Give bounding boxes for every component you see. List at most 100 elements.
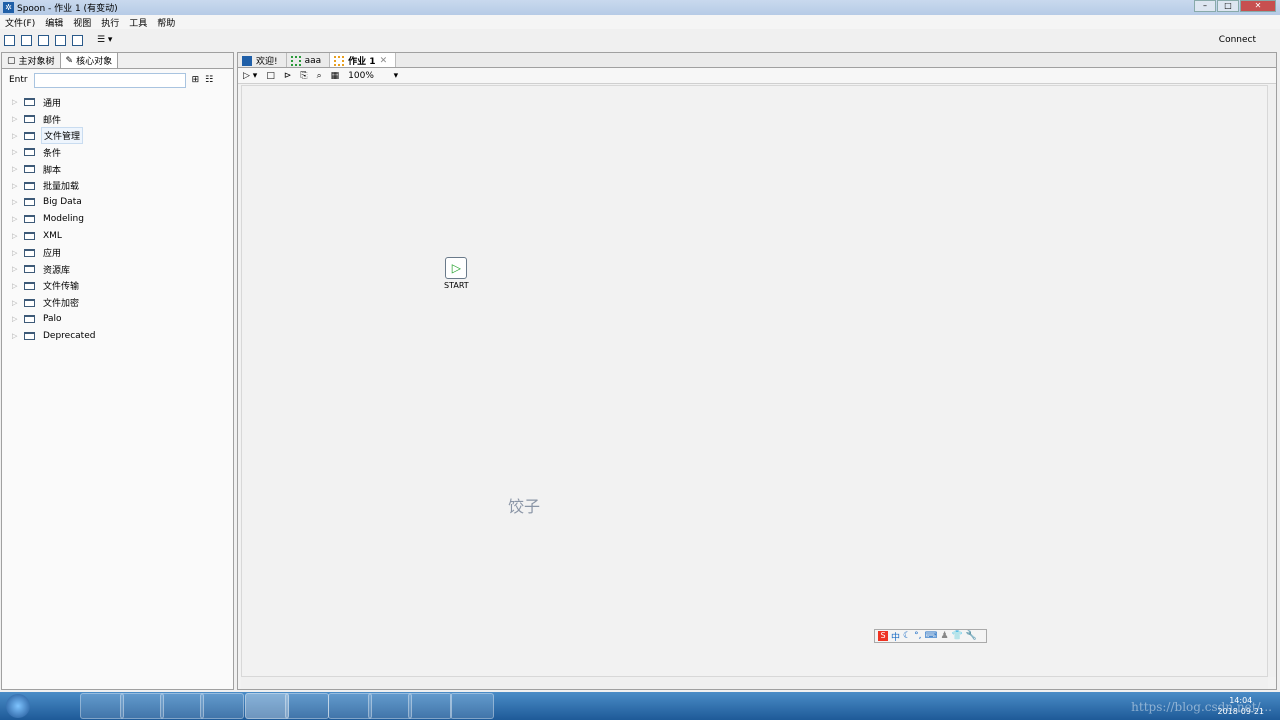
expand-arrow-icon[interactable]: ▷ — [12, 182, 18, 190]
explore-repository-icon[interactable] — [38, 34, 49, 46]
expand-arrow-icon[interactable]: ▷ — [12, 215, 18, 223]
tree-node[interactable]: ▷ 邮件 — [2, 111, 233, 128]
keyboard-icon[interactable]: ⌨ — [924, 631, 937, 641]
folder-icon — [24, 198, 35, 207]
taskbar-app-icon[interactable] — [328, 693, 372, 719]
tree-node[interactable]: ▷ 应用 — [2, 244, 233, 261]
spoon-app-icon: ✲ — [3, 2, 14, 13]
taskbar: https://blog.csdn.net/... 14:04 2018-09-… — [0, 692, 1280, 720]
run-options-icon[interactable]: ⊳ — [284, 71, 292, 81]
expand-arrow-icon[interactable]: ▷ — [12, 315, 18, 323]
tab-job-1[interactable]: 作业 1 ✕ — [330, 53, 397, 67]
taskbar-spoon-icon[interactable] — [245, 693, 289, 719]
expand-all-icon[interactable]: ⊞ — [192, 75, 200, 85]
taskbar-app-icon[interactable] — [36, 693, 80, 719]
maximize-button[interactable]: □ — [1217, 0, 1239, 12]
taskbar-chrome-icon[interactable] — [120, 693, 164, 719]
expand-arrow-icon[interactable]: ▷ — [12, 148, 18, 156]
tree-node[interactable]: ▷ 文件加密 — [2, 294, 233, 311]
impact-analysis-icon[interactable]: ⌕ — [317, 71, 322, 81]
menu-help[interactable]: 帮助 — [157, 16, 175, 29]
title-bar: ✲ Spoon - 作业 1 (有变动) – □ ✕ — [0, 0, 1280, 15]
vertical-scrollbar[interactable] — [1268, 85, 1276, 677]
sogou-logo-icon[interactable]: S — [878, 631, 888, 641]
tree-node[interactable]: ▷ 资源库 — [2, 261, 233, 278]
taskbar-folder-icon[interactable] — [285, 693, 329, 719]
zoom-select[interactable]: 100% ▾ — [348, 71, 398, 81]
expand-arrow-icon[interactable]: ▷ — [12, 249, 18, 257]
tree-node[interactable]: ▷ Deprecated — [2, 328, 233, 345]
menu-run[interactable]: 执行 — [101, 16, 119, 29]
expand-arrow-icon[interactable]: ▷ — [12, 132, 18, 140]
align-grid-icon[interactable]: ▦ — [331, 71, 340, 81]
check-icon[interactable]: ⎘ — [300, 71, 307, 81]
tab-core-objects[interactable]: ✎ 核心对象 — [60, 53, 119, 68]
tree-node[interactable]: ▷ 脚本 — [2, 161, 233, 178]
expand-arrow-icon[interactable]: ▷ — [12, 282, 18, 290]
folder-icon — [24, 281, 35, 290]
close-tab-icon[interactable]: ✕ — [380, 56, 388, 66]
folder-icon — [24, 148, 35, 157]
expand-arrow-icon[interactable]: ▷ — [12, 332, 18, 340]
expand-arrow-icon[interactable]: ▷ — [12, 165, 18, 173]
menu-file[interactable]: 文件(F) — [5, 16, 35, 29]
tree-node[interactable]: ▷ 条件 — [2, 144, 233, 161]
taskbar-app-icon[interactable] — [200, 693, 244, 719]
connect-button[interactable]: Connect — [1219, 35, 1256, 45]
perspective-layers-icon[interactable]: ☰ ▾ — [97, 35, 112, 45]
run-icon[interactable]: ▷ ▾ — [243, 71, 257, 81]
taskbar-chrome-canary-icon[interactable] — [160, 693, 204, 719]
moon-icon[interactable]: ☾ — [903, 631, 911, 641]
taskbar-gif-icon[interactable] — [408, 693, 452, 719]
tab-main-object-tree[interactable]: ▢ 主对象树 — [2, 53, 61, 68]
tab-welcome[interactable]: 欢迎! — [238, 53, 287, 67]
tab-aaa[interactable]: aaa — [287, 53, 331, 67]
punctuation-icon[interactable]: °, — [914, 631, 921, 641]
menu-edit[interactable]: 编辑 — [45, 16, 63, 29]
tree-node[interactable]: ▷ Big Data — [2, 194, 233, 211]
ime-toolbar[interactable]: S 中 ☾ °, ⌨ ♟ 👕 🔧 — [874, 629, 987, 643]
expand-arrow-icon[interactable]: ▷ — [12, 115, 18, 123]
wrench-icon[interactable]: 🔧 — [966, 631, 977, 641]
tree-node[interactable]: ▷ XML — [2, 228, 233, 245]
menu-view[interactable]: 视图 — [73, 16, 91, 29]
folder-icon — [24, 115, 35, 124]
start-icon: ▷ — [445, 257, 468, 279]
start-label: START — [444, 281, 469, 290]
folder-icon — [24, 98, 35, 107]
tree-node[interactable]: ▷ Palo — [2, 311, 233, 328]
expand-arrow-icon[interactable]: ▷ — [12, 299, 18, 307]
expand-arrow-icon[interactable]: ▷ — [12, 232, 18, 240]
minimize-button[interactable]: – — [1194, 0, 1216, 12]
start-entry[interactable]: ▷ START — [444, 257, 469, 290]
save-icon[interactable] — [55, 34, 66, 46]
system-clock[interactable]: 14:04 2018-09-21 — [1218, 695, 1265, 717]
tree-node[interactable]: ▷ 通用 — [2, 94, 233, 111]
canvas-note[interactable]: 饺子 — [508, 493, 540, 517]
close-button[interactable]: ✕ — [1240, 0, 1276, 12]
expand-arrow-icon[interactable]: ▷ — [12, 265, 18, 273]
expand-arrow-icon[interactable]: ▷ — [12, 198, 18, 206]
new-file-icon[interactable] — [4, 34, 15, 46]
search-input[interactable] — [33, 72, 186, 88]
tree-node[interactable]: ▷ 文件管理 — [2, 127, 233, 145]
taskbar-excel-icon[interactable] — [450, 693, 494, 719]
job-canvas[interactable]: ▷ START 饺子 — [241, 85, 1268, 677]
skin-icon[interactable]: 👕 — [952, 631, 963, 641]
expand-arrow-icon[interactable]: ▷ — [12, 98, 18, 106]
collapse-all-icon[interactable]: ☷ — [205, 75, 213, 85]
tree-node[interactable]: ▷ Modeling — [2, 211, 233, 228]
tree-node[interactable]: ▷ 文件传输 — [2, 278, 233, 295]
open-file-icon[interactable] — [21, 34, 32, 46]
menu-tools[interactable]: 工具 — [129, 16, 147, 29]
stop-icon[interactable]: □ — [266, 71, 275, 81]
horizontal-scrollbar[interactable] — [241, 677, 1268, 689]
start-button[interactable] — [6, 694, 30, 718]
save-as-icon[interactable] — [72, 34, 83, 46]
ime-mode[interactable]: 中 — [891, 630, 900, 643]
user-icon[interactable]: ♟ — [940, 631, 948, 641]
taskbar-eclipse-icon[interactable] — [80, 693, 124, 719]
taskbar-paint-icon[interactable] — [368, 693, 412, 719]
transformation-icon — [290, 55, 301, 66]
tree-node[interactable]: ▷ 批量加载 — [2, 177, 233, 194]
